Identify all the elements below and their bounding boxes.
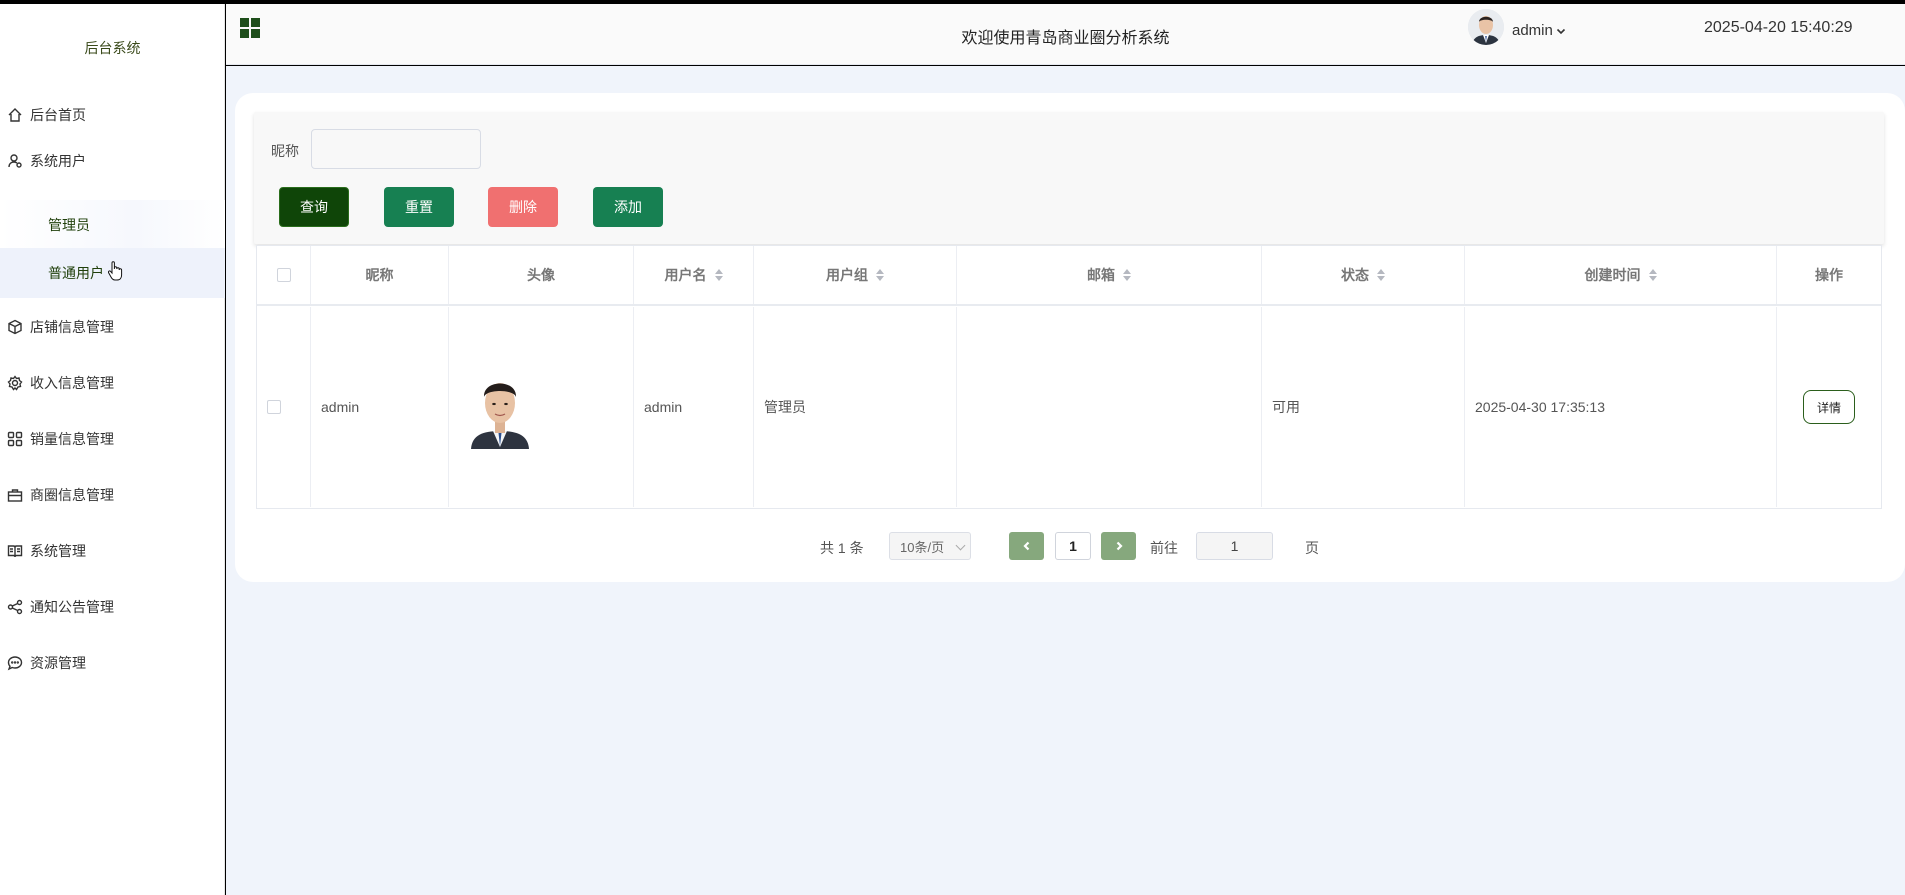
sidebar-item-shop-info[interactable]: 店铺信息管理 xyxy=(0,305,225,349)
sort-icon[interactable] xyxy=(1377,269,1385,281)
row-select-cell xyxy=(257,307,311,507)
sidebar-item-label: 资源管理 xyxy=(30,655,86,671)
header-email[interactable]: 邮箱 xyxy=(957,246,1262,304)
nickname-search-input[interactable] xyxy=(311,129,481,169)
page-size-value: 10条/页 xyxy=(900,539,945,555)
cell-email xyxy=(957,307,1262,507)
delete-button[interactable]: 删除 xyxy=(488,187,558,227)
row-checkbox[interactable] xyxy=(267,400,281,414)
header-status[interactable]: 状态 xyxy=(1262,246,1465,304)
header-bar: 欢迎使用青岛商业圈分析系统 xyxy=(226,4,1905,65)
chevron-right-icon xyxy=(1116,541,1123,551)
cell-nickname: admin xyxy=(311,307,449,507)
briefcase-icon xyxy=(6,486,24,504)
header-created-time[interactable]: 创建时间 xyxy=(1465,246,1777,304)
user-avatar[interactable] xyxy=(1468,9,1504,45)
chat-icon xyxy=(6,654,24,672)
grid-icon xyxy=(6,430,24,448)
users-table: 昵称 头像 用户名 用户组 邮箱 状态 创建时间 操作 admin admin … xyxy=(256,245,1882,509)
reset-button[interactable]: 重置 xyxy=(384,187,454,227)
pagination-total: 共 1 条 xyxy=(820,540,864,556)
hand-cursor-icon xyxy=(107,261,123,281)
user-name-label: admin xyxy=(1512,22,1553,39)
sidebar-item-label: 后台首页 xyxy=(30,107,86,123)
sidebar-item-home[interactable]: 后台首页 xyxy=(0,93,225,137)
sidebar-item-label: 店铺信息管理 xyxy=(30,319,114,335)
sort-icon[interactable] xyxy=(876,269,884,281)
sidebar-item-income-info[interactable]: 收入信息管理 xyxy=(0,361,225,405)
select-all-checkbox[interactable] xyxy=(276,268,291,282)
detail-button[interactable]: 详情 xyxy=(1803,390,1855,424)
sidebar-item-label: 收入信息管理 xyxy=(30,375,114,391)
sidebar: 后台系统 后台首页 系统用户 管理员 普通用户 店铺信息管理 收入信息管理 销量… xyxy=(0,4,225,895)
next-page-button[interactable] xyxy=(1101,532,1136,560)
sort-icon[interactable] xyxy=(714,269,723,281)
page-size-select[interactable]: 10条/页 xyxy=(889,532,971,560)
cell-actions: 详情 xyxy=(1777,307,1881,507)
prev-page-button[interactable] xyxy=(1009,532,1044,560)
settings-icon xyxy=(6,374,24,392)
add-button[interactable]: 添加 xyxy=(593,187,663,227)
header-nickname: 昵称 xyxy=(311,246,449,304)
cell-usergroup: 管理员 xyxy=(754,307,957,507)
table-row: admin admin 管理员 可用 2025-04-30 17:35:13 详… xyxy=(257,307,1881,507)
share-icon xyxy=(6,598,24,616)
sidebar-item-system-management[interactable]: 系统管理 xyxy=(0,529,225,573)
sidebar-item-system-users[interactable]: 系统用户 xyxy=(0,139,225,183)
header-usergroup[interactable]: 用户组 xyxy=(754,246,957,304)
book-icon xyxy=(6,542,24,560)
sidebar-item-label: 通知公告管理 xyxy=(30,599,114,615)
header-username[interactable]: 用户名 xyxy=(634,246,754,304)
sidebar-item-label: 系统管理 xyxy=(30,543,86,559)
sidebar-item-label: 系统用户 xyxy=(30,153,86,169)
goto-label: 前往 xyxy=(1150,540,1178,556)
sidebar-subitem-admin[interactable]: 管理员 xyxy=(0,200,225,250)
sidebar-item-resource-management[interactable]: 资源管理 xyxy=(0,641,225,685)
page-suffix-label: 页 xyxy=(1305,540,1319,556)
header-actions: 操作 xyxy=(1815,267,1843,283)
cell-status: 可用 xyxy=(1262,307,1465,507)
brand-title: 后台系统 xyxy=(84,40,141,56)
header-select-all xyxy=(257,246,311,304)
goto-page-input[interactable] xyxy=(1196,532,1273,560)
row-avatar-image xyxy=(469,365,531,449)
sort-icon[interactable] xyxy=(1123,269,1131,281)
current-page[interactable]: 1 xyxy=(1055,532,1091,560)
chevron-down-icon xyxy=(1556,28,1565,34)
menu-toggle-icon[interactable] xyxy=(240,18,260,38)
cell-created-time: 2025-04-30 17:35:13 xyxy=(1465,307,1777,507)
table-header: 昵称 头像 用户名 用户组 邮箱 状态 创建时间 操作 xyxy=(257,246,1881,306)
user-gear-icon xyxy=(6,152,24,170)
cell-username: admin xyxy=(634,307,754,507)
welcome-title: 欢迎使用青岛商业圈分析系统 xyxy=(961,30,1170,47)
sidebar-item-notice-management[interactable]: 通知公告管理 xyxy=(0,585,225,629)
home-icon xyxy=(6,106,24,124)
query-button[interactable]: 查询 xyxy=(279,187,349,227)
cube-icon xyxy=(6,318,24,336)
chevron-left-icon xyxy=(1022,541,1029,551)
chevron-down-icon xyxy=(955,540,966,551)
sidebar-item-sales-info[interactable]: 销量信息管理 xyxy=(0,417,225,461)
sidebar-item-label: 商圈信息管理 xyxy=(30,487,114,503)
sidebar-item-business-district[interactable]: 商圈信息管理 xyxy=(0,473,225,517)
header-avatar: 头像 xyxy=(449,246,634,304)
cell-avatar xyxy=(449,307,634,507)
nickname-label: 昵称 xyxy=(271,143,299,159)
datetime-display: 2025-04-20 15:40:29 xyxy=(1704,19,1853,36)
sidebar-item-label: 销量信息管理 xyxy=(30,431,114,447)
sort-icon[interactable] xyxy=(1648,269,1657,281)
user-menu[interactable]: admin xyxy=(1512,22,1566,39)
